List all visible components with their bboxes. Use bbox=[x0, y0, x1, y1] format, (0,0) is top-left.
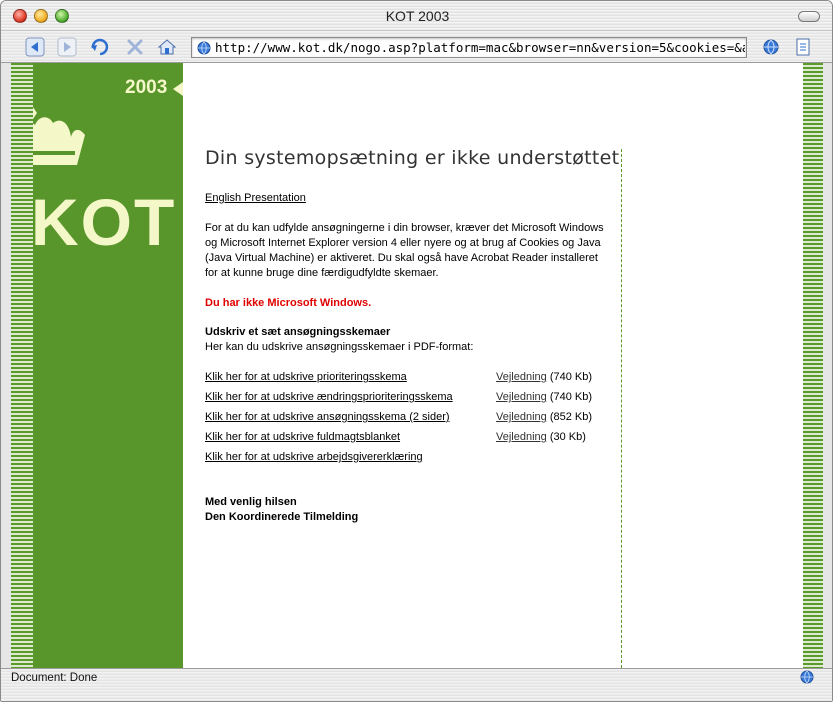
paragraph-line: for at kunne bruge dine færdigudfyldte s… bbox=[205, 267, 439, 279]
page-viewport: 2003 KOT Din systemopsætning er ikke und… bbox=[11, 63, 823, 668]
download-list: Klik her for at udskrive prioriteringssk… bbox=[205, 370, 625, 470]
guide-link[interactable]: Vejledning bbox=[496, 431, 547, 443]
forward-arrow-icon bbox=[57, 37, 77, 57]
print-link[interactable]: Klik her for at udskrive ændringspriorit… bbox=[205, 390, 453, 405]
status-text: Document: Done bbox=[11, 672, 98, 684]
kot-sidebar: 2003 KOT bbox=[33, 63, 183, 668]
print-link[interactable]: Klik her for at udskrive fuldmagtsblanke… bbox=[205, 430, 400, 445]
title-bar: KOT 2003 bbox=[1, 1, 832, 31]
reload-icon bbox=[91, 38, 109, 56]
sidebar-year: 2003 bbox=[125, 77, 168, 98]
browser-toolbar bbox=[1, 31, 832, 63]
browser-window: KOT 2003 http://www.kot.dk/nogo.asp?plat… bbox=[0, 0, 833, 702]
file-size: (852 Kb) bbox=[546, 411, 593, 423]
download-row: Klik her for at udskrive arbejdsgivererk… bbox=[205, 450, 625, 470]
file-size: (740 Kb) bbox=[546, 391, 593, 403]
reload-button[interactable] bbox=[88, 35, 112, 59]
globe-icon bbox=[763, 39, 779, 55]
main-content: Din systemopsætning er ikke understøttet… bbox=[205, 63, 625, 668]
toolbar-toggle-button[interactable] bbox=[798, 11, 820, 22]
guide-cell: Vejledning (740 Kb) bbox=[496, 390, 592, 405]
guide-link[interactable]: Vejledning bbox=[496, 371, 547, 383]
print-link[interactable]: Klik her for at udskrive prioriteringssk… bbox=[205, 370, 407, 385]
forward-button[interactable] bbox=[55, 35, 79, 59]
english-presentation-link[interactable]: English Presentation bbox=[205, 191, 306, 206]
year-arrow-icon bbox=[173, 82, 183, 96]
download-row: Klik her for at udskrive ansøgningsskema… bbox=[205, 410, 625, 430]
guide-link[interactable]: Vejledning bbox=[496, 411, 547, 423]
paragraph-line: For at du kan udfylde ansøgningerne i di… bbox=[205, 222, 604, 234]
window-title: KOT 2003 bbox=[385, 8, 450, 24]
globe-icon bbox=[197, 41, 211, 55]
closing-greeting: Med venlig hilsen bbox=[205, 496, 297, 508]
platform-warning: Du har ikke Microsoft Windows. bbox=[205, 297, 372, 309]
globe-icon bbox=[800, 670, 814, 684]
left-stripe-decoration bbox=[11, 63, 33, 668]
guide-cell: Vejledning (30 Kb) bbox=[496, 430, 586, 445]
status-bar: Document: Done bbox=[1, 668, 832, 701]
closing-signature: Den Koordinerede Tilmelding bbox=[205, 511, 359, 523]
guide-cell: Vejledning (852 Kb) bbox=[496, 410, 592, 425]
print-section-heading: Udskriv et sæt ansøgningsskemaer bbox=[205, 326, 391, 338]
paragraph-line: og Microsoft Internet Explorer version 4… bbox=[205, 237, 601, 249]
download-row: Klik her for at udskrive prioriteringssk… bbox=[205, 370, 625, 390]
file-size: (740 Kb) bbox=[546, 371, 593, 383]
crown-icon bbox=[33, 107, 85, 165]
download-row: Klik her for at udskrive ændringspriorit… bbox=[205, 390, 625, 410]
internet-button[interactable] bbox=[759, 35, 783, 59]
stop-button[interactable] bbox=[123, 35, 147, 59]
page-title: Din systemopsætning er ikke understøttet bbox=[205, 147, 620, 169]
address-bar[interactable] bbox=[191, 37, 747, 58]
print-link[interactable]: Klik her for at udskrive ansøgningsskema… bbox=[205, 410, 450, 425]
requirements-paragraph: For at du kan udfylde ansøgningerne i di… bbox=[205, 221, 615, 281]
url-input[interactable] bbox=[215, 40, 745, 55]
home-icon bbox=[157, 39, 177, 55]
download-row: Klik her for at udskrive fuldmagtsblanke… bbox=[205, 430, 625, 450]
kot-logo-text: KOT bbox=[33, 185, 177, 259]
document-icon bbox=[796, 38, 810, 56]
print-link[interactable]: Klik her for at udskrive arbejdsgivererk… bbox=[205, 450, 423, 465]
paragraph-line: (Java Virtual Machine) er aktiveret. Du … bbox=[205, 252, 598, 264]
back-arrow-icon bbox=[25, 37, 45, 57]
home-button[interactable] bbox=[155, 35, 179, 59]
guide-link[interactable]: Vejledning bbox=[496, 391, 547, 403]
back-button[interactable] bbox=[23, 35, 47, 59]
print-section-text: Her kan du udskrive ansøgningsskemaer i … bbox=[205, 341, 474, 353]
print-button[interactable] bbox=[791, 35, 815, 59]
file-size: (30 Kb) bbox=[546, 431, 586, 443]
stop-icon bbox=[127, 39, 143, 55]
right-stripe-decoration bbox=[803, 63, 823, 668]
guide-cell: Vejledning (740 Kb) bbox=[496, 370, 592, 385]
